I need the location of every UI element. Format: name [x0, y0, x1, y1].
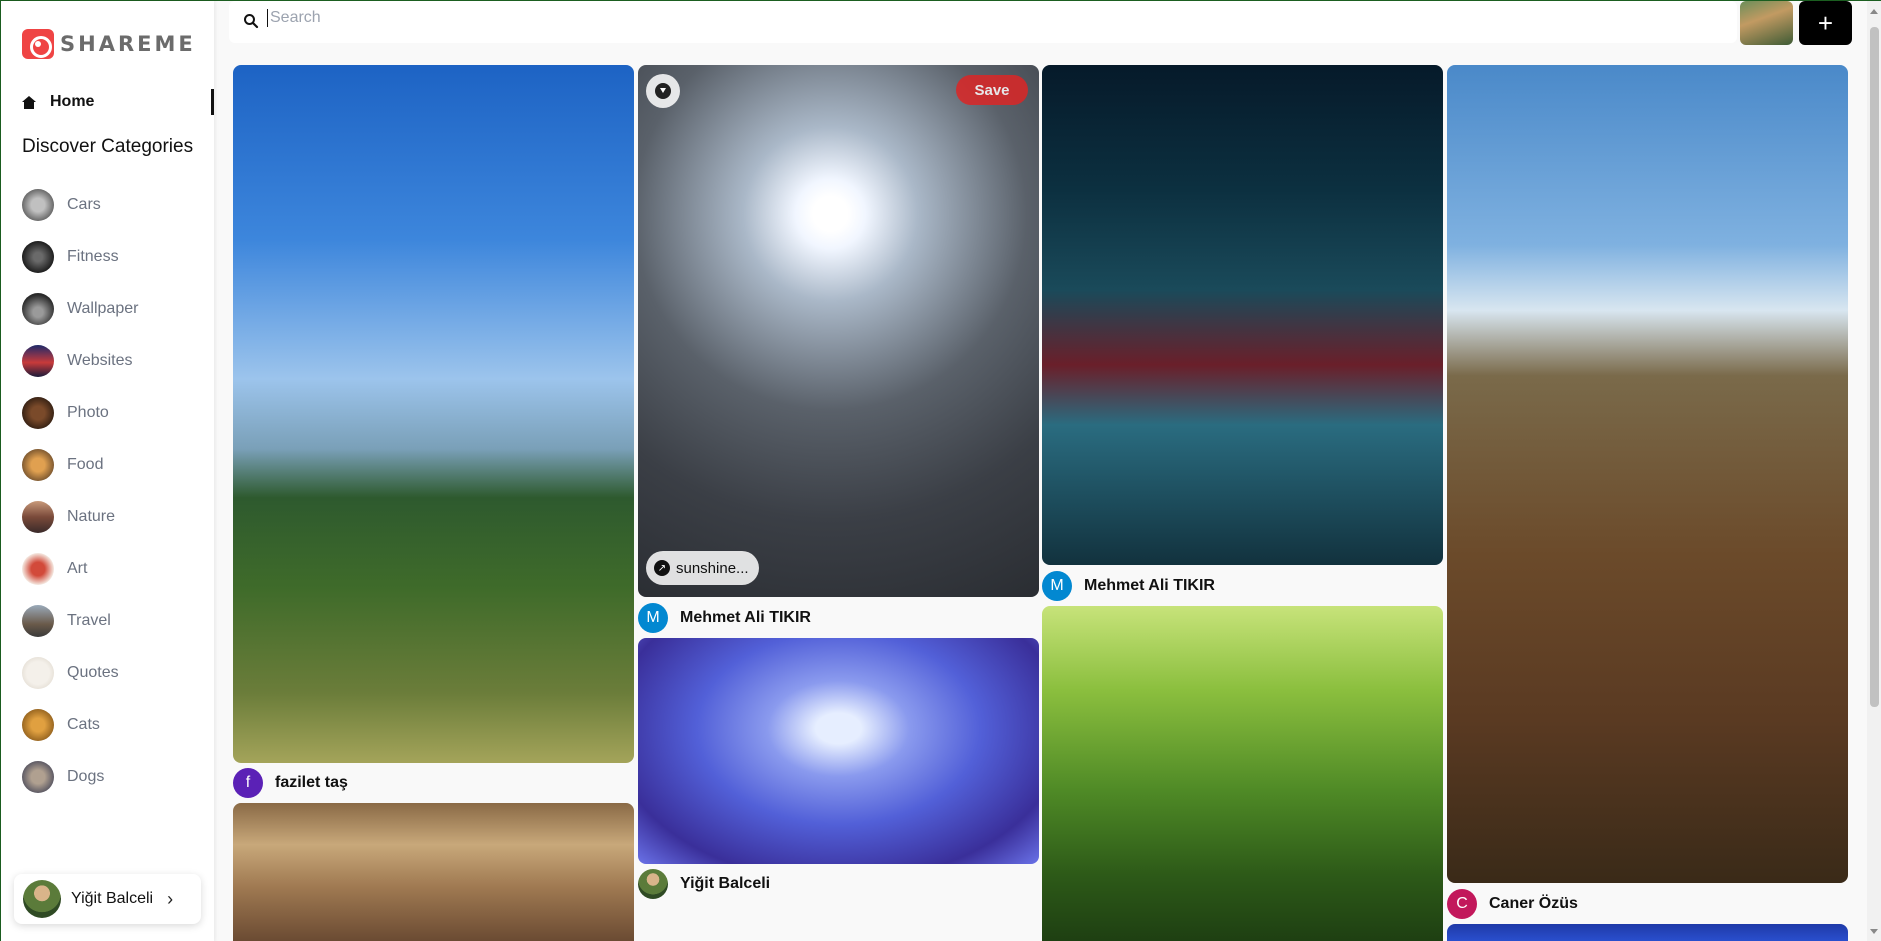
category-thumbnail: [22, 761, 54, 793]
category-item-travel[interactable]: Travel: [22, 595, 138, 647]
category-label: Photo: [67, 404, 109, 421]
category-thumbnail: [22, 709, 54, 741]
pin-image[interactable]: Save ↗ sunshine...: [638, 65, 1039, 597]
create-pin-button[interactable]: +: [1799, 1, 1852, 45]
category-item-websites[interactable]: Websites: [22, 335, 138, 387]
author-avatar: [638, 869, 668, 899]
category-item-wallpaper[interactable]: Wallpaper: [22, 283, 138, 335]
category-item-cars[interactable]: Cars: [22, 179, 138, 231]
category-thumbnail: [22, 293, 54, 325]
pin-image[interactable]: [1447, 924, 1848, 941]
pin-author[interactable]: C Caner Özüs: [1447, 889, 1578, 919]
category-thumbnail: [22, 657, 54, 689]
profile-avatar-button[interactable]: [1740, 1, 1793, 45]
author-name: fazilet taş: [275, 774, 348, 791]
scroll-up-arrow-icon[interactable]: [1870, 9, 1878, 14]
pin-image[interactable]: [233, 803, 634, 941]
category-item-art[interactable]: Art: [22, 543, 138, 595]
category-label: Quotes: [67, 664, 119, 681]
category-label: Websites: [67, 352, 133, 369]
avatar: [23, 880, 61, 918]
category-item-dogs[interactable]: Dogs: [22, 751, 138, 803]
pin-image[interactable]: [1447, 65, 1848, 883]
category-item-quotes[interactable]: Quotes: [22, 647, 138, 699]
category-thumbnail: [22, 189, 54, 221]
category-list: Cars Fitness Wallpaper Websites Photo Fo…: [22, 179, 138, 803]
page-scrollbar[interactable]: [1867, 1, 1881, 941]
app-name: SHAREME: [60, 32, 196, 56]
category-label: Food: [67, 456, 104, 473]
user-name: Yiğit Balceli: [71, 890, 154, 907]
chevron-right-icon: ›: [167, 888, 174, 909]
sidebar: SHAREME Home Discover Categories Cars Fi…: [1, 1, 214, 941]
pin-image[interactable]: [1042, 65, 1443, 565]
nav-home[interactable]: Home: [22, 89, 214, 115]
scroll-thumb[interactable]: [1870, 27, 1879, 707]
category-label: Dogs: [67, 768, 105, 785]
home-icon: [22, 95, 36, 109]
download-button[interactable]: [646, 74, 680, 108]
author-avatar: C: [1447, 889, 1477, 919]
category-label: Wallpaper: [67, 300, 139, 317]
save-button[interactable]: Save: [956, 75, 1028, 105]
category-thumbnail: [22, 345, 54, 377]
category-item-nature[interactable]: Nature: [22, 491, 138, 543]
author-avatar: f: [233, 768, 263, 798]
category-label: Cats: [67, 716, 100, 733]
author-name: Yiğit Balceli: [680, 875, 771, 892]
category-label: Travel: [67, 612, 111, 629]
category-thumbnail: [22, 501, 54, 533]
pin-author[interactable]: f fazilet taş: [233, 768, 348, 798]
search-icon: [244, 14, 259, 29]
category-thumbnail: [22, 449, 54, 481]
category-item-photo[interactable]: Photo: [22, 387, 138, 439]
pin-image[interactable]: [1042, 606, 1443, 941]
category-item-food[interactable]: Food: [22, 439, 138, 491]
author-avatar: M: [1042, 571, 1072, 601]
pin-image[interactable]: [638, 638, 1039, 864]
app-logo[interactable]: SHAREME: [22, 29, 196, 59]
author-name: Mehmet Ali TIKIR: [680, 609, 811, 626]
category-thumbnail: [22, 241, 54, 273]
category-thumbnail: [22, 605, 54, 637]
search-input[interactable]: [267, 9, 1667, 27]
camera-icon: [22, 29, 54, 59]
category-item-fitness[interactable]: Fitness: [22, 231, 138, 283]
search-bar: [229, 1, 1737, 43]
link-label: sunshine...: [676, 559, 749, 577]
categories-heading: Discover Categories: [22, 136, 194, 157]
author-name: Mehmet Ali TIKIR: [1084, 577, 1215, 594]
category-label: Cars: [67, 196, 101, 213]
scroll-down-arrow-icon[interactable]: [1870, 929, 1878, 934]
nav-home-label: Home: [50, 93, 95, 110]
pin-author[interactable]: M Mehmet Ali TIKIR: [638, 603, 811, 633]
category-item-cats[interactable]: Cats: [22, 699, 138, 751]
category-label: Art: [67, 560, 88, 577]
user-profile-link[interactable]: Yiğit Balceli ›: [14, 874, 201, 924]
download-icon: [655, 83, 671, 99]
category-label: Nature: [67, 508, 116, 525]
pin-author[interactable]: Yiğit Balceli: [638, 869, 770, 899]
category-thumbnail: [22, 553, 54, 585]
category-thumbnail: [22, 397, 54, 429]
arrow-up-right-icon: ↗: [654, 560, 670, 576]
category-label: Fitness: [67, 248, 119, 265]
author-name: Caner Özüs: [1489, 895, 1578, 912]
pin-image[interactable]: [233, 65, 634, 763]
pin-author[interactable]: M Mehmet Ali TIKIR: [1042, 571, 1215, 601]
destination-link[interactable]: ↗ sunshine...: [646, 551, 759, 585]
author-avatar: M: [638, 603, 668, 633]
